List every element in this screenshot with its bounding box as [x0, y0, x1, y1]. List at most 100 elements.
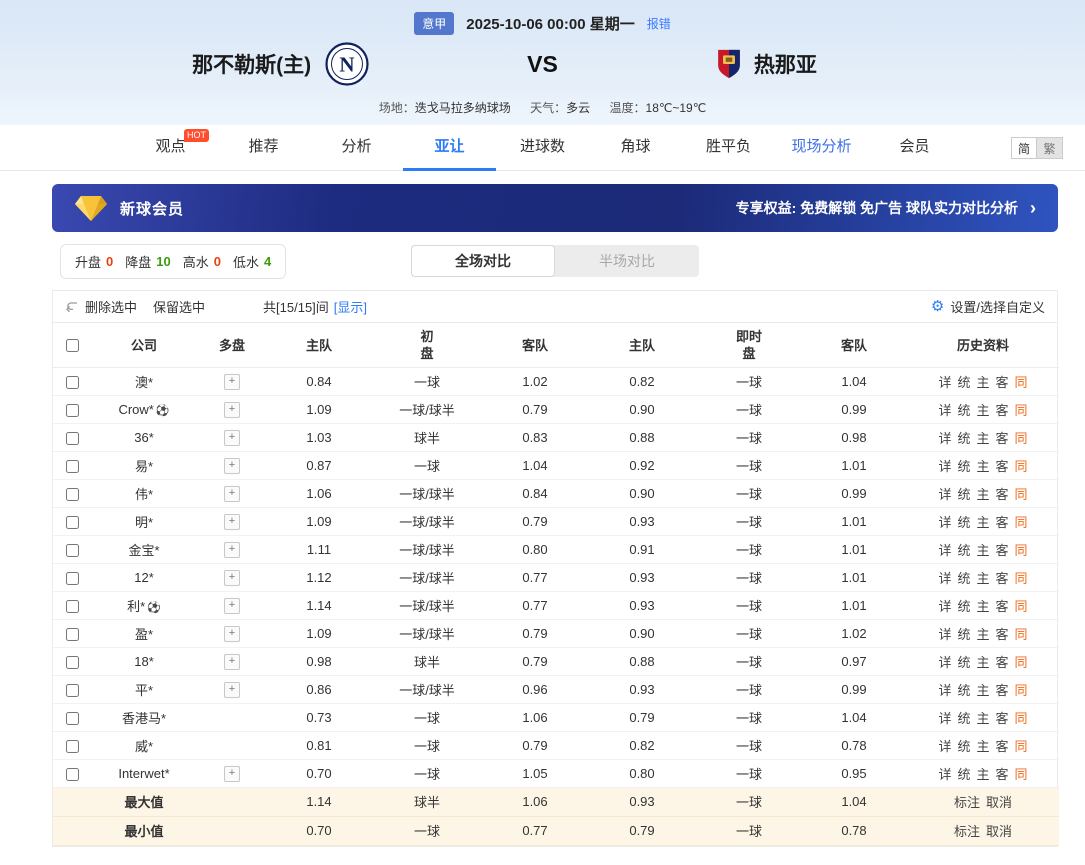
history-away-link[interactable]: 客 [996, 375, 1009, 390]
lang-traditional-button[interactable]: 繁 [1037, 137, 1063, 159]
row-checkbox[interactable] [65, 543, 79, 557]
history-same-link[interactable]: 同 [1015, 767, 1028, 782]
history-away-link[interactable]: 客 [996, 739, 1009, 754]
history-home-link[interactable]: 主 [976, 487, 989, 502]
history-detail-link[interactable]: 详 [938, 515, 951, 530]
company-name[interactable]: 香港马* [122, 711, 166, 726]
row-checkbox[interactable] [65, 431, 79, 445]
history-home-link[interactable]: 主 [976, 739, 989, 754]
history-stats-link[interactable]: 统 [957, 627, 970, 642]
history-detail-link[interactable]: 详 [938, 711, 951, 726]
promo-banner[interactable]: 新球会员 专享权益: 免费解锁 免广告 球队实力对比分析 › [52, 184, 1058, 232]
history-same-link[interactable]: 同 [1015, 375, 1028, 390]
history-same-link[interactable]: 同 [1015, 515, 1028, 530]
history-stats-link[interactable]: 统 [957, 375, 970, 390]
mark-action-link[interactable]: 标注 [954, 795, 980, 810]
expand-multi-odds-button[interactable]: + [224, 653, 240, 670]
row-checkbox[interactable] [65, 403, 79, 417]
settings-group[interactable]: ⚙ 设置/选择自定义 [931, 297, 1045, 316]
row-checkbox[interactable] [65, 683, 79, 697]
row-checkbox[interactable] [65, 571, 79, 585]
history-stats-link[interactable]: 统 [957, 711, 970, 726]
row-checkbox[interactable] [65, 739, 79, 753]
tab-half-match-compare[interactable]: 半场对比 [555, 245, 699, 277]
history-detail-link[interactable]: 详 [938, 767, 951, 782]
show-link[interactable]: [显示] [334, 297, 367, 316]
row-checkbox[interactable] [65, 459, 79, 473]
history-detail-link[interactable]: 详 [938, 571, 951, 586]
history-stats-link[interactable]: 统 [957, 683, 970, 698]
expand-multi-odds-button[interactable]: + [224, 401, 240, 418]
company-name[interactable]: 易* [135, 459, 153, 474]
company-name[interactable]: 明* [135, 515, 153, 530]
tab-full-match-compare[interactable]: 全场对比 [411, 245, 555, 277]
history-away-link[interactable]: 客 [996, 543, 1009, 558]
history-home-link[interactable]: 主 [976, 627, 989, 642]
company-name[interactable]: 18* [134, 654, 154, 669]
row-checkbox[interactable] [65, 599, 79, 613]
history-stats-link[interactable]: 统 [957, 767, 970, 782]
history-away-link[interactable]: 客 [996, 515, 1009, 530]
history-away-link[interactable]: 客 [996, 627, 1009, 642]
history-home-link[interactable]: 主 [976, 459, 989, 474]
history-away-link[interactable]: 客 [996, 683, 1009, 698]
company-name[interactable]: 澳* [135, 375, 153, 390]
nav-item-live-analysis[interactable]: 现场分析 [775, 125, 868, 171]
history-detail-link[interactable]: 详 [938, 599, 951, 614]
history-detail-link[interactable]: 详 [938, 375, 951, 390]
history-same-link[interactable]: 同 [1015, 543, 1028, 558]
history-away-link[interactable]: 客 [996, 571, 1009, 586]
history-away-link[interactable]: 客 [996, 431, 1009, 446]
history-same-link[interactable]: 同 [1015, 627, 1028, 642]
history-same-link[interactable]: 同 [1015, 431, 1028, 446]
history-same-link[interactable]: 同 [1015, 683, 1028, 698]
row-checkbox[interactable] [65, 515, 79, 529]
history-same-link[interactable]: 同 [1015, 655, 1028, 670]
keep-selected-button[interactable]: 保留选中 [153, 297, 205, 316]
history-stats-link[interactable]: 统 [957, 571, 970, 586]
expand-multi-odds-button[interactable]: + [224, 373, 240, 390]
history-stats-link[interactable]: 统 [957, 655, 970, 670]
company-name[interactable]: Interwet* [118, 766, 169, 781]
row-checkbox[interactable] [65, 375, 79, 389]
history-away-link[interactable]: 客 [996, 599, 1009, 614]
nav-item-viewpoint[interactable]: 观点 HOT [124, 125, 217, 171]
history-away-link[interactable]: 客 [996, 459, 1009, 474]
history-stats-link[interactable]: 统 [957, 403, 970, 418]
history-away-link[interactable]: 客 [996, 403, 1009, 418]
history-stats-link[interactable]: 统 [957, 459, 970, 474]
row-checkbox[interactable] [65, 487, 79, 501]
lang-simplified-button[interactable]: 简 [1011, 137, 1037, 159]
history-same-link[interactable]: 同 [1015, 711, 1028, 726]
expand-multi-odds-button[interactable]: + [224, 597, 240, 614]
company-name[interactable]: 伟* [135, 487, 153, 502]
nav-item-asian-handicap[interactable]: 亚让 [403, 125, 496, 171]
history-home-link[interactable]: 主 [976, 515, 989, 530]
company-name[interactable]: 36* [134, 430, 154, 445]
history-detail-link[interactable]: 详 [938, 627, 951, 642]
history-detail-link[interactable]: 详 [938, 403, 951, 418]
history-detail-link[interactable]: 详 [938, 487, 951, 502]
history-home-link[interactable]: 主 [976, 431, 989, 446]
history-stats-link[interactable]: 统 [957, 515, 970, 530]
history-away-link[interactable]: 客 [996, 767, 1009, 782]
chevron-right-icon[interactable]: › [1030, 198, 1036, 219]
expand-multi-odds-button[interactable]: + [224, 513, 240, 530]
history-detail-link[interactable]: 详 [938, 431, 951, 446]
company-name[interactable]: 平* [135, 683, 153, 698]
history-stats-link[interactable]: 统 [957, 739, 970, 754]
history-stats-link[interactable]: 统 [957, 487, 970, 502]
nav-item-corners[interactable]: 角球 [589, 125, 682, 171]
expand-multi-odds-button[interactable]: + [224, 765, 240, 782]
company-name[interactable]: 威* [135, 739, 153, 754]
history-same-link[interactable]: 同 [1015, 403, 1028, 418]
expand-multi-odds-button[interactable]: + [224, 681, 240, 698]
nav-item-goals[interactable]: 进球数 [496, 125, 589, 171]
report-error-link[interactable]: 报错 [647, 15, 671, 32]
history-same-link[interactable]: 同 [1015, 571, 1028, 586]
nav-item-analysis[interactable]: 分析 [310, 125, 403, 171]
row-checkbox[interactable] [65, 655, 79, 669]
nav-item-recommend[interactable]: 推荐 [217, 125, 310, 171]
expand-multi-odds-button[interactable]: + [224, 429, 240, 446]
cancel-action-link[interactable]: 取消 [986, 795, 1012, 810]
